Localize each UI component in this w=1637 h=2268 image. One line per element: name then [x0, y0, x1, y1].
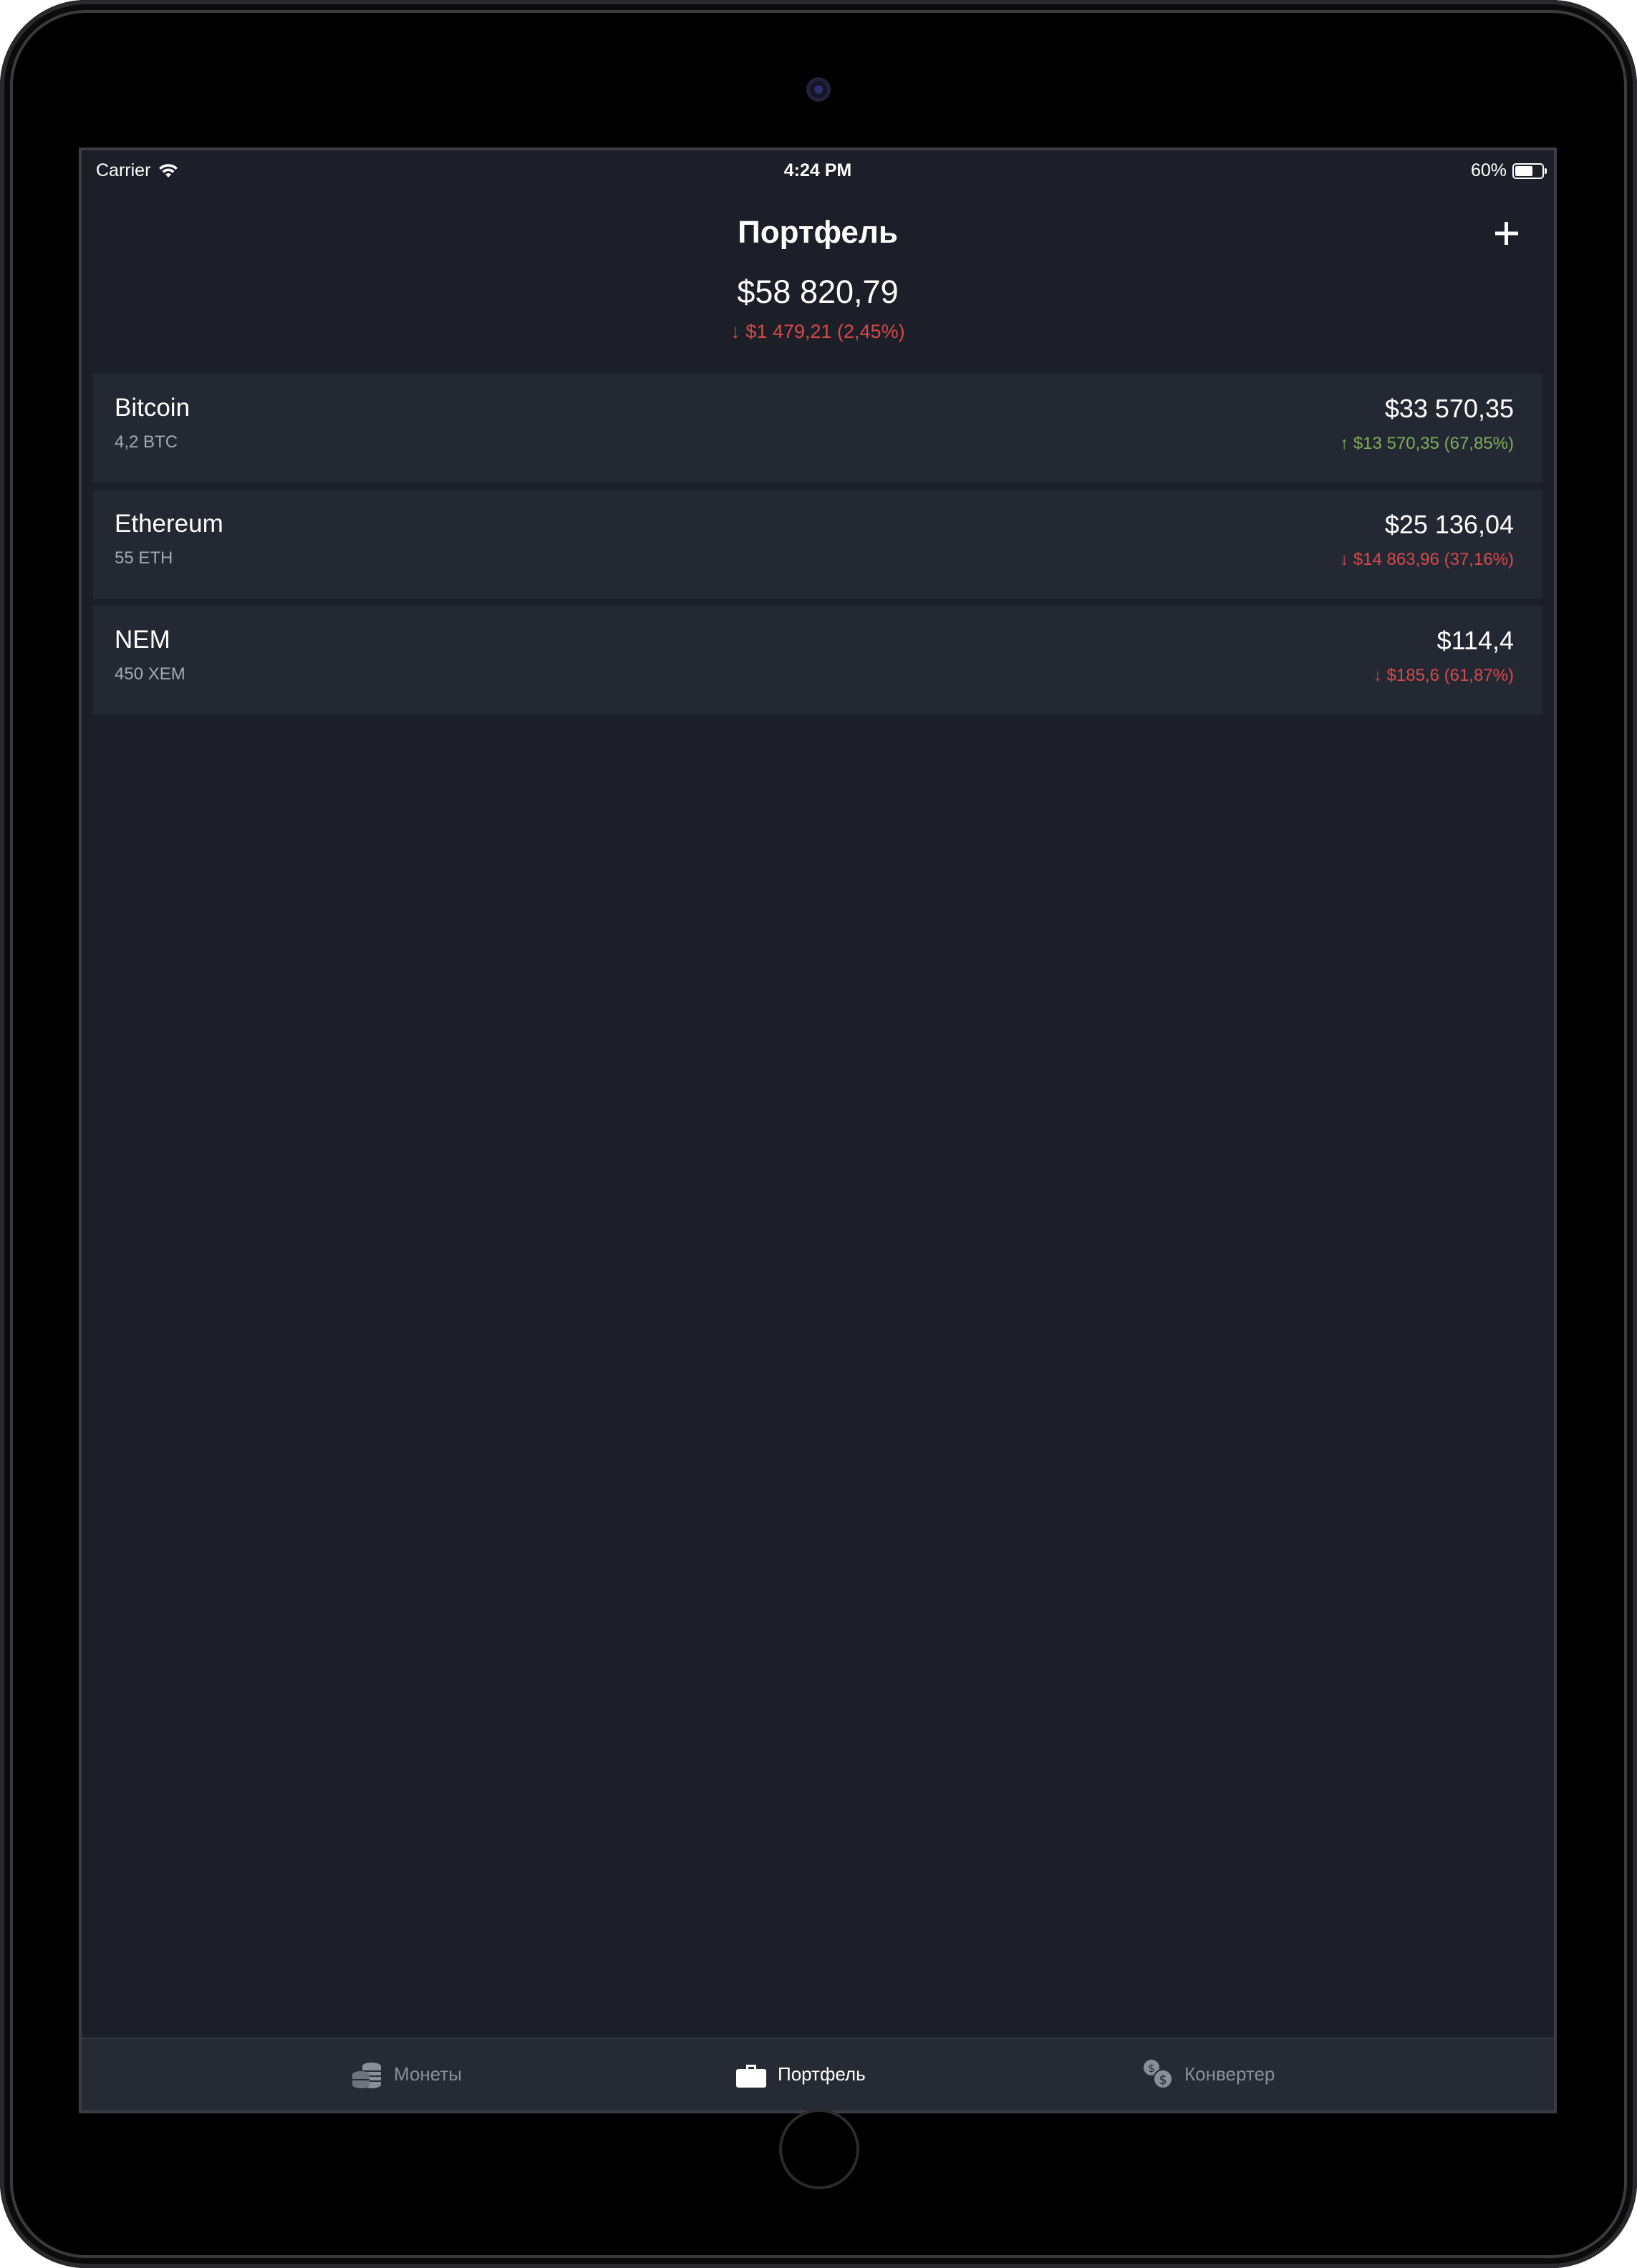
converter-icon: $ $ [1144, 2060, 1173, 2089]
add-coin-button[interactable] [1487, 213, 1527, 253]
status-time: 4:24 PM [783, 160, 852, 180]
coin-row-bitcoin[interactable]: Bitcoin 4,2 BTC $33 570,35 ↑ $13 570,35 … [93, 374, 1542, 483]
coin-change: ↓ $185,6 (61,87%) [1373, 666, 1514, 685]
tab-bar: Монеты Портфель $ $ Конвертер [82, 2037, 1554, 2110]
coin-amount: 4,2 BTC [115, 432, 178, 452]
tab-coins[interactable]: Монеты [351, 2058, 462, 2090]
coin-value: $25 136,04 [1384, 510, 1514, 539]
coin-change: ↑ $13 570,35 (67,85%) [1340, 434, 1514, 453]
status-bar: Carrier 4:24 PM 60% [82, 150, 1554, 190]
page-title: Портфель [738, 215, 898, 250]
coin-amount: 55 ETH [115, 548, 173, 568]
home-button[interactable] [779, 2109, 859, 2189]
coin-value: $114,4 [1436, 626, 1514, 655]
tab-label: Монеты [394, 2063, 462, 2085]
coin-name: Bitcoin [115, 394, 190, 422]
briefcase-icon [736, 2065, 766, 2088]
app-screen: Carrier 4:24 PM 60% Портфель $58 820,79 … [79, 147, 1557, 2113]
coin-row-nem[interactable]: NEM 450 XEM $114,4 ↓ $185,6 (61,87%) [93, 606, 1542, 714]
portfolio-total-value: $58 820,79 [737, 273, 899, 310]
battery-percent: 60% [1470, 160, 1507, 180]
tab-label: Портфель [778, 2063, 866, 2085]
tab-converter[interactable]: $ $ Конвертер [1141, 2058, 1275, 2090]
status-battery: 60% [1470, 160, 1547, 181]
battery-icon [1512, 163, 1547, 179]
coin-amount: 450 XEM [115, 664, 185, 684]
coin-list: Bitcoin 4,2 BTC $33 570,35 ↑ $13 570,35 … [93, 374, 1542, 722]
portfolio-total-change: ↓ $1 479,21 (2,45%) [730, 321, 905, 342]
camera-icon [806, 77, 831, 102]
tab-portfolio[interactable]: Портфель [735, 2058, 866, 2090]
plus-icon [1495, 222, 1518, 245]
coin-name: Ethereum [115, 510, 223, 538]
coin-change: ↓ $14 863,96 (37,16%) [1340, 550, 1514, 569]
coin-name: NEM [115, 626, 170, 654]
ipad-frame: Carrier 4:24 PM 60% Портфель $58 820,79 … [0, 0, 1637, 2268]
coin-value: $33 570,35 [1384, 394, 1514, 423]
svg-text:$: $ [1159, 2073, 1167, 2088]
svg-text:$: $ [1148, 2062, 1155, 2075]
tab-label: Конвертер [1184, 2063, 1275, 2085]
coin-row-ethereum[interactable]: Ethereum 55 ETH $25 136,04 ↓ $14 863,96 … [93, 490, 1542, 598]
coins-icon [352, 2063, 381, 2088]
